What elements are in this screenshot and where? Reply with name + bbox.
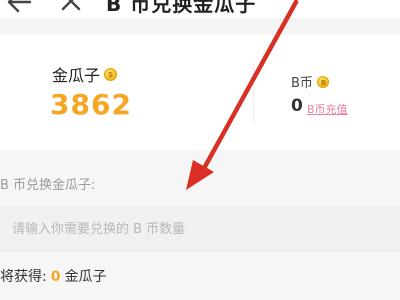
gold-seed-label-text: 金瓜子 <box>52 66 101 85</box>
gold-seed-coin-icon: S <box>104 67 118 81</box>
bcoin-amount-input[interactable] <box>0 206 400 252</box>
top-nav-bar: B 币兑换金瓜子 <box>0 0 400 18</box>
balance-card: 金瓜子 S 3862 B币 B 0 B币充值 <box>0 34 400 150</box>
exchange-page: B 币兑换金瓜子 金瓜子 S 3862 B币 B 0 B币充值 B 币兑换金瓜子… <box>0 0 400 300</box>
page-title: B 币兑换金瓜子 <box>106 0 257 16</box>
separator-band <box>0 18 400 34</box>
close-icon[interactable] <box>60 0 82 12</box>
bcoin-label: B币 B <box>291 72 329 91</box>
bcoin-recharge-link[interactable]: B币充值 <box>307 101 348 117</box>
exchange-section-title: B 币兑换金瓜子: <box>0 178 96 193</box>
result-value: 0 <box>50 269 61 285</box>
result-unit: 金瓜子 <box>64 269 107 285</box>
bcoin-balance: 0 <box>291 96 303 116</box>
gold-seed-balance: 3862 <box>50 88 132 121</box>
back-arrow-icon[interactable] <box>6 0 32 14</box>
result-prefix: 将获得: <box>0 269 47 285</box>
b-coin-icon: B <box>316 75 329 88</box>
exchange-result: 将获得: 0 金瓜子 <box>0 266 106 286</box>
vertical-divider <box>253 64 254 124</box>
gold-seed-label: 金瓜子 S <box>52 62 118 86</box>
bcoin-label-text: B币 <box>291 76 313 91</box>
